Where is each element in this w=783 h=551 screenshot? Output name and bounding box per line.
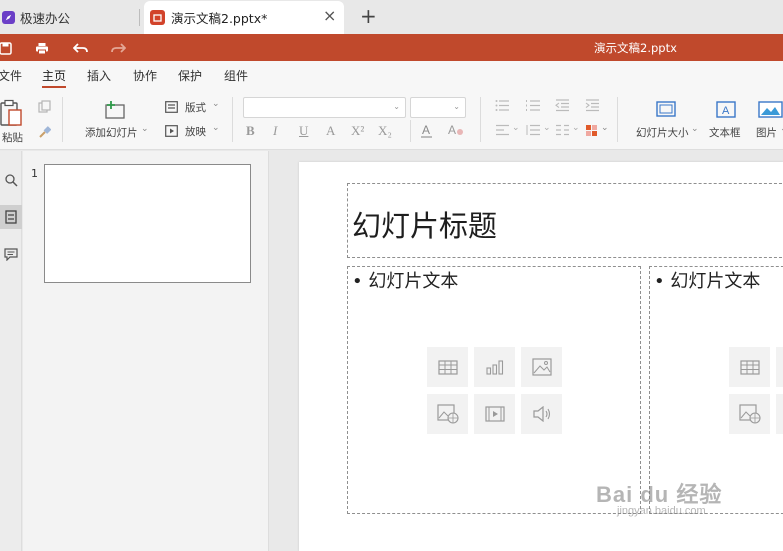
tab-divider <box>139 9 140 26</box>
close-tab-icon[interactable]: × <box>323 7 336 25</box>
insert-audio-icon[interactable] <box>521 394 562 434</box>
image-icon[interactable] <box>758 101 783 118</box>
highlight-color-icon[interactable]: A <box>447 123 465 139</box>
save-icon[interactable] <box>0 39 14 57</box>
tab-bar: 极速办公 演示文稿2.pptx* × + <box>0 0 783 34</box>
insert-chart-icon[interactable] <box>776 347 783 387</box>
rocket-icon <box>2 10 15 24</box>
presentation-icon <box>150 10 165 25</box>
insert-video-icon[interactable] <box>474 394 515 434</box>
italic-button[interactable]: I <box>273 123 277 139</box>
copy-icon[interactable] <box>38 100 51 113</box>
add-slide-dropdown-icon[interactable]: ⌄ <box>141 124 149 134</box>
ribbon-divider <box>410 120 411 142</box>
font-size-dropdown-icon: ⌄ <box>453 102 460 111</box>
align-left-dropdown-icon[interactable]: ⌄ <box>512 123 520 133</box>
menu-file[interactable]: 文件 <box>0 67 22 84</box>
textbox-label[interactable]: 文本框 <box>709 125 741 140</box>
insert-table-icon[interactable] <box>729 347 770 387</box>
menu-bar <box>0 61 783 90</box>
title-placeholder-text: 幻灯片标题 <box>352 209 498 243</box>
menu-home[interactable]: 主页 <box>42 67 66 84</box>
font-name-dropdown-icon: ⌄ <box>393 102 400 111</box>
document-title: 演示文稿2.pptx <box>594 41 677 55</box>
fill-color-icon[interactable] <box>585 124 598 137</box>
numbered-list-icon[interactable] <box>526 99 541 112</box>
svg-text:A: A <box>448 123 456 137</box>
play-dropdown-icon[interactable]: ⌄ <box>212 123 220 133</box>
underline-button[interactable]: U <box>299 123 308 139</box>
document-tab-label: 演示文稿2.pptx* <box>171 11 268 26</box>
app-tab-label: 极速办公 <box>20 10 71 26</box>
slides-panel-icon[interactable] <box>0 205 22 229</box>
columns-dropdown-icon[interactable]: ⌄ <box>572 123 580 133</box>
textbox-icon[interactable]: A <box>716 101 736 118</box>
title-placeholder[interactable]: 幻灯片标题 <box>347 183 783 258</box>
app-tab[interactable]: 极速办公 <box>0 0 140 34</box>
layout-dropdown-icon[interactable]: ⌄ <box>212 99 220 109</box>
play-label[interactable]: 放映 <box>185 124 206 139</box>
slide-size-label[interactable]: 幻灯片大小 <box>636 125 689 140</box>
decrease-indent-icon[interactable] <box>555 99 570 112</box>
insert-table-icon[interactable] <box>427 347 468 387</box>
slide-thumbnail-number: 1 <box>31 167 38 180</box>
content-placeholder-right-text: • 幻灯片文本 <box>654 271 761 292</box>
ribbon-divider <box>232 97 233 142</box>
subscript-button[interactable]: X₂ <box>378 123 392 139</box>
line-spacing-icon[interactable] <box>526 124 541 136</box>
print-icon[interactable] <box>33 39 51 57</box>
menu-protect[interactable]: 保护 <box>178 67 202 84</box>
font-color-icon[interactable]: A <box>420 123 434 139</box>
ribbon-divider <box>62 97 63 142</box>
slide-size-icon[interactable] <box>656 101 676 117</box>
add-slide-icon[interactable] <box>103 100 127 120</box>
superscript-button[interactable]: X² <box>351 123 364 139</box>
insert-video-icon[interactable] <box>776 394 783 434</box>
redo-icon[interactable] <box>109 39 127 57</box>
menu-insert[interactable]: 插入 <box>87 67 111 84</box>
ribbon-divider <box>617 97 618 142</box>
paste-label: 粘贴 <box>2 132 23 144</box>
strikethrough-button[interactable]: A <box>326 123 335 139</box>
insert-online-image-icon[interactable] <box>427 394 468 434</box>
align-left-icon[interactable] <box>495 124 510 136</box>
layout-label[interactable]: 版式 <box>185 100 206 115</box>
font-size-select[interactable]: ⌄ <box>410 97 466 118</box>
font-name-select[interactable]: ⌄ <box>243 97 406 118</box>
watermark-url: jingyan.baidu.com <box>617 505 706 517</box>
fill-color-dropdown-icon[interactable]: ⌄ <box>601 123 609 133</box>
bullet-list-icon[interactable] <box>495 99 510 112</box>
image-label[interactable]: 图片 <box>756 125 777 140</box>
insert-image-icon[interactable] <box>521 347 562 387</box>
active-menu-underline <box>42 86 66 88</box>
slide-thumbnail[interactable] <box>44 164 251 283</box>
comment-icon[interactable] <box>0 242 22 266</box>
add-slide-label[interactable]: 添加幻灯片 <box>85 125 138 140</box>
bold-button[interactable]: B <box>246 123 255 139</box>
insert-chart-icon[interactable] <box>474 347 515 387</box>
document-tab[interactable]: 演示文稿2.pptx* <box>144 1 344 34</box>
line-spacing-dropdown-icon[interactable]: ⌄ <box>543 123 551 133</box>
insert-online-image-icon[interactable] <box>729 394 770 434</box>
play-icon[interactable] <box>165 125 178 137</box>
columns-icon[interactable] <box>555 124 570 136</box>
svg-text:A: A <box>422 123 430 137</box>
menu-plugins[interactable]: 组件 <box>224 67 248 84</box>
layout-icon[interactable] <box>165 101 178 113</box>
menu-collaborate[interactable]: 协作 <box>133 67 157 84</box>
paste-icon[interactable] <box>0 99 22 127</box>
title-bar: 演示文稿2.pptx <box>0 34 783 61</box>
slide-size-dropdown-icon[interactable]: ⌄ <box>691 124 699 134</box>
format-painter-icon[interactable] <box>38 126 51 139</box>
ribbon-divider <box>480 97 481 142</box>
svg-text:A: A <box>722 105 730 117</box>
new-tab-button[interactable]: + <box>360 5 377 27</box>
increase-indent-icon[interactable] <box>585 99 600 112</box>
search-icon[interactable] <box>0 168 22 192</box>
content-placeholder-left-text: • 幻灯片文本 <box>352 271 459 292</box>
undo-icon[interactable] <box>71 39 89 57</box>
